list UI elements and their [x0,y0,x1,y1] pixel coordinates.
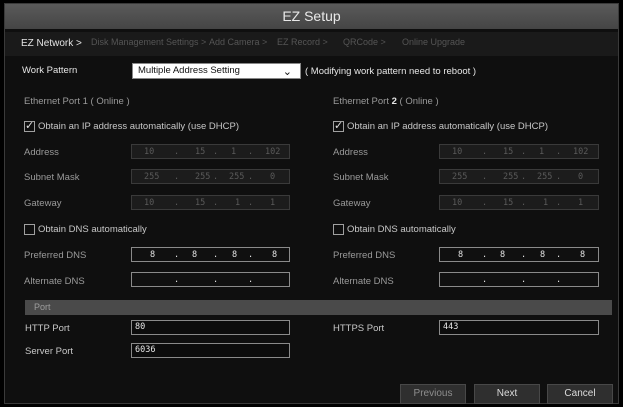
port2-dhcp-checkbox[interactable] [333,119,344,132]
port2-header: Ethernet Port 2 ( Online ) [333,96,439,107]
work-pattern-value: Multiple Address Setting [138,65,240,76]
port1-gateway-label: Gateway [24,198,62,209]
previous-button[interactable]: Previous [400,384,466,404]
port1-alt-dns-label: Alternate DNS [24,276,85,287]
port1-dhcp-checkbox[interactable] [24,119,35,132]
window-title: EZ Setup [5,4,618,29]
port1-mask-label: Subnet Mask [24,172,80,183]
server-port-label: Server Port [25,346,74,357]
step-online-upgrade[interactable]: Online Upgrade [402,37,465,47]
port1-dhcp-label: Obtain an IP address automatically (use … [38,121,239,132]
port1-dns-auto-label: Obtain DNS automatically [38,224,147,235]
chevron-down-icon: ⌄ [282,66,292,78]
step-disk-management[interactable]: Disk Management Settings > [91,37,206,47]
wizard-steps: EZ Network > Disk Management Settings > … [5,32,618,56]
port2-pref-dns-input[interactable]: 8. 8. 8. 8 [439,247,599,262]
server-port-input[interactable]: 6036 [131,343,290,358]
work-pattern-label: Work Pattern [22,65,78,76]
cancel-button[interactable]: Cancel [547,384,613,404]
port1-pref-dns-input[interactable]: 8. 8. 8. 8 [131,247,290,262]
port2-alt-dns-label: Alternate DNS [333,276,394,287]
port2-dhcp-label: Obtain an IP address automatically (use … [347,121,548,132]
step-ez-record[interactable]: EZ Record > [277,37,328,47]
port2-pref-dns-label: Preferred DNS [333,250,396,261]
port2-dns-auto-label: Obtain DNS automatically [347,224,456,235]
work-pattern-note: ( Modifying work pattern need to reboot … [305,66,477,77]
next-button[interactable]: Next [474,384,540,404]
port1-address-label: Address [24,147,59,158]
port1-pref-dns-label: Preferred DNS [24,250,87,261]
port2-address-input: 10. 15. 1. 102 [439,144,599,159]
port2-alt-dns-input[interactable]: . . . [439,272,599,287]
ez-setup-window: EZ Setup EZ Network > Disk Management Se… [4,3,619,404]
port2-mask-input: 255. 255. 255. 0 [439,169,599,184]
step-add-camera[interactable]: Add Camera > [209,37,267,47]
port2-gateway-input: 10. 15. 1. 1 [439,195,599,210]
port1-dns-auto-checkbox[interactable] [24,224,35,235]
port1-mask-input: 255. 255. 255. 0 [131,169,290,184]
port2-gateway-label: Gateway [333,198,371,209]
port2-dns-auto-checkbox[interactable] [333,224,344,235]
port1-gateway-input: 10. 15. 1. 1 [131,195,290,210]
https-port-label: HTTPS Port [333,323,385,334]
port1-address-input: 10. 15. 1. 102 [131,144,290,159]
port2-address-label: Address [333,147,368,158]
https-port-input[interactable]: 443 [439,320,599,335]
step-ez-network[interactable]: EZ Network > [21,38,82,49]
port1-alt-dns-input[interactable]: . . . [131,272,290,287]
http-port-label: HTTP Port [25,323,70,334]
work-pattern-select[interactable]: Multiple Address Setting ⌄ [132,63,301,79]
port2-mask-label: Subnet Mask [333,172,389,183]
step-qrcode[interactable]: QRCode > [343,37,386,47]
port1-header: Ethernet Port 1 ( Online ) [24,96,130,107]
port-section-header: Port [25,300,612,315]
http-port-input[interactable]: 80 [131,320,290,335]
